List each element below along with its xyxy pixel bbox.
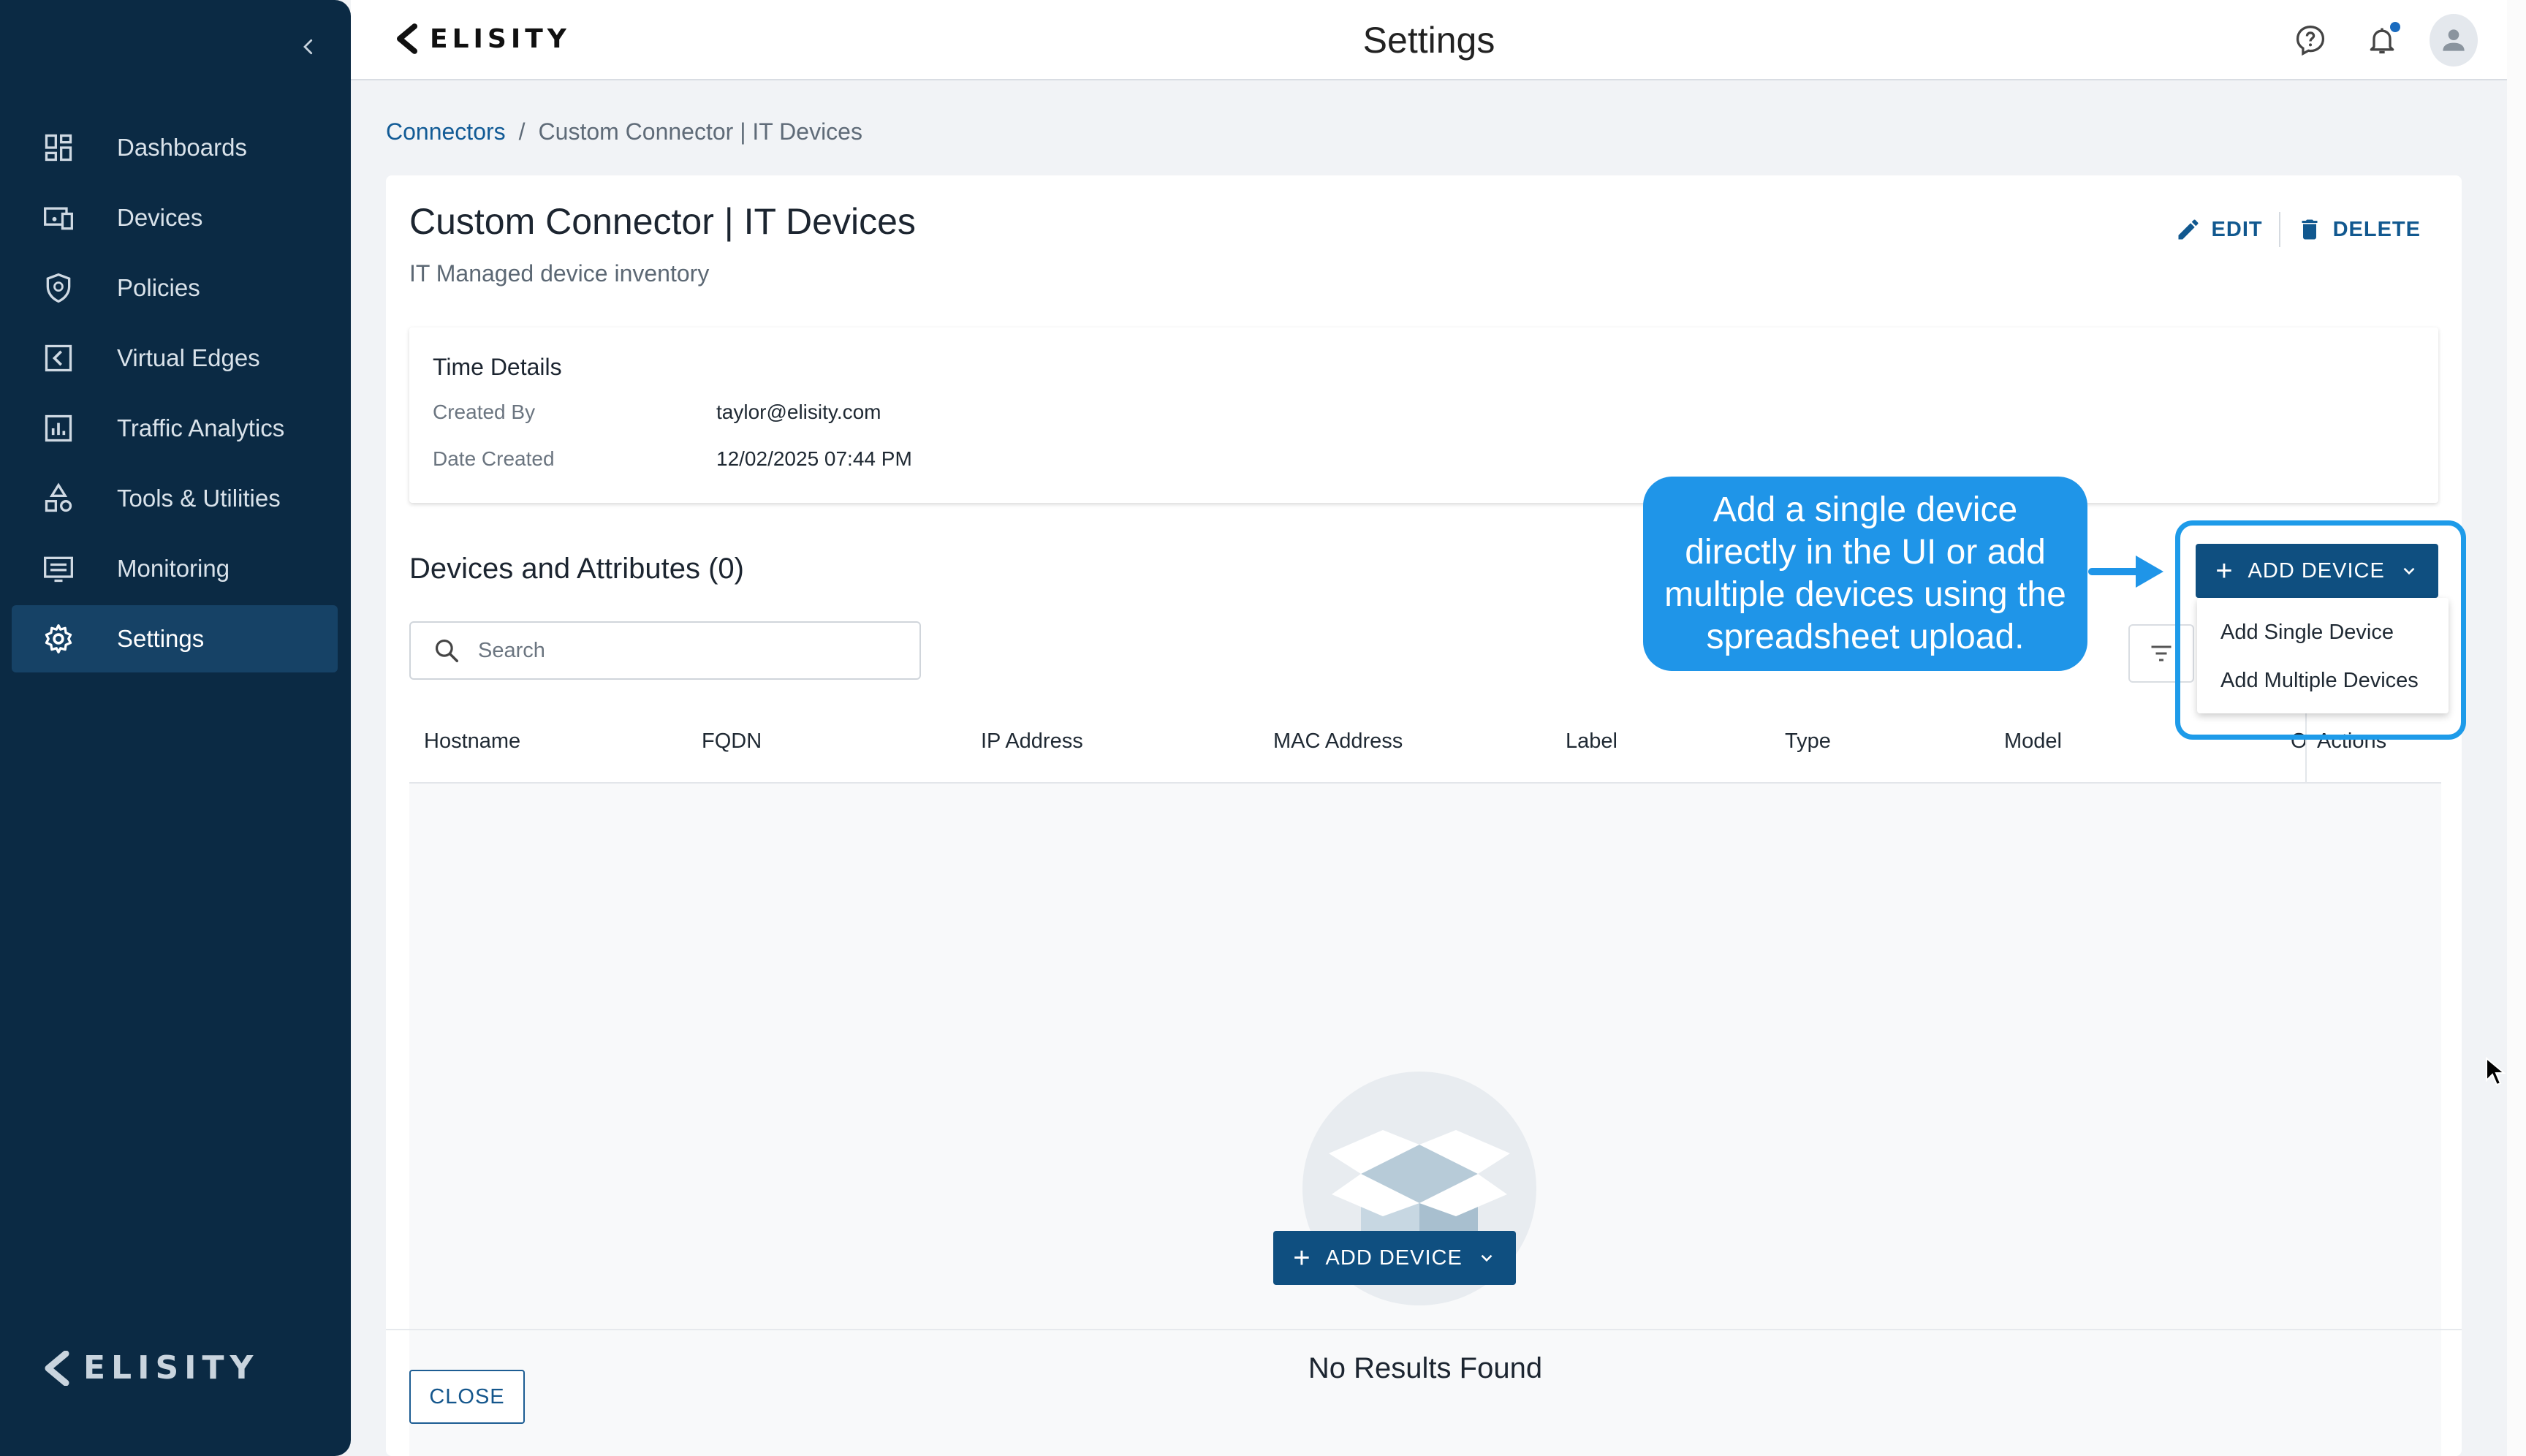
collapse-sidebar-button[interactable] (292, 31, 325, 63)
edit-label: EDIT (2211, 217, 2263, 241)
created-by-value: taylor@elisity.com (716, 401, 881, 423)
chevron-down-icon (1481, 1254, 1493, 1262)
sidebar-item-label: Tools & Utilities (117, 485, 281, 512)
shield-icon (41, 270, 76, 306)
date-created-value: 12/02/2025 07:44 PM (716, 447, 912, 470)
connector-subtitle: IT Managed device inventory (409, 260, 710, 287)
delete-label: DELETE (2332, 217, 2421, 241)
column-header-type[interactable]: Type (1785, 729, 1831, 754)
delete-button[interactable]: DELETE (2288, 209, 2430, 250)
sidebar-item-policies[interactable]: Policies (12, 254, 338, 322)
sidebar-item-label: Traffic Analytics (117, 414, 285, 441)
column-header-mac-address[interactable]: MAC Address (1273, 729, 1403, 754)
plus-icon: + (1293, 1241, 1311, 1274)
sidebar-item-label: Devices (117, 204, 203, 231)
footer-divider (386, 1329, 2462, 1330)
table-header: Hostname FQDN IP Address MAC Address Lab… (409, 703, 2441, 784)
column-header-model[interactable]: Model (2004, 729, 2062, 754)
close-button[interactable]: CLOSE (409, 1370, 525, 1424)
sidebar-nav: Dashboards Devices Policies Virtual Edge… (12, 114, 338, 675)
divider (2278, 212, 2280, 247)
date-created-row: Date Created 12/02/2025 07:44 PM (433, 447, 912, 471)
devices-icon (41, 200, 76, 235)
breadcrumb-current: Custom Connector | IT Devices (538, 118, 862, 145)
breadcrumb: Connectors / Custom Connector | IT Devic… (386, 118, 862, 145)
sidebar-item-tools-utilities[interactable]: Tools & Utilities (12, 465, 338, 532)
filter-icon (2151, 645, 2172, 661)
virtual-edge-icon (41, 341, 76, 376)
help-button[interactable] (2286, 16, 2335, 64)
arrow-right-icon (2088, 556, 2163, 588)
column-header-hostname[interactable]: Hostname (424, 729, 520, 754)
sidebar-item-label: Monitoring (117, 555, 230, 582)
sidebar-item-label: Settings (117, 625, 205, 652)
time-details-title: Time Details (433, 354, 562, 380)
chevron-left-icon (303, 39, 313, 55)
user-menu-button[interactable] (2430, 14, 2478, 67)
elisity-logo-icon (45, 1350, 69, 1386)
breadcrumb-separator: / (518, 118, 526, 145)
created-by-label: Created By (433, 401, 536, 423)
dashboard-icon (41, 130, 76, 165)
search-icon (435, 639, 458, 662)
sidebar-item-dashboards[interactable]: Dashboards (12, 114, 338, 181)
trash-icon (2302, 219, 2318, 240)
add-device-label: ADD DEVICE (1325, 1245, 1463, 1270)
page-title: Settings (1362, 20, 1495, 61)
header-actions (2263, 14, 2478, 67)
help-icon (2296, 26, 2325, 56)
sidebar-logo-text: ELISITY (83, 1349, 259, 1387)
time-details-panel: Time Details (409, 327, 2438, 503)
sidebar-item-monitoring[interactable]: Monitoring (12, 535, 338, 602)
column-header-fqdn[interactable]: FQDN (702, 729, 762, 754)
sidebar-item-traffic-analytics[interactable]: Traffic Analytics (12, 395, 338, 462)
annotation-callout: Add a single device directly in the UI o… (1643, 477, 2087, 671)
sidebar-item-label: Dashboards (117, 134, 247, 161)
breadcrumb-connectors-link[interactable]: Connectors (386, 118, 506, 145)
bar-chart-icon (41, 411, 76, 446)
window-edge (2507, 0, 2526, 1456)
monitor-icon (41, 551, 76, 586)
sidebar-logo: ELISITY (42, 1349, 259, 1387)
mouse-cursor-icon (2486, 1057, 2506, 1086)
connector-actions: EDIT DELETE (2166, 209, 2430, 250)
empty-state-add-device-button[interactable]: + ADD DEVICE (1273, 1231, 1516, 1285)
sidebar-item-virtual-edges[interactable]: Virtual Edges (12, 325, 338, 392)
sidebar-item-settings[interactable]: Settings (12, 605, 338, 672)
date-created-label: Date Created (433, 447, 555, 470)
created-by-row: Created By taylor@elisity.com (433, 401, 881, 424)
search-input[interactable] (478, 638, 887, 663)
sidebar-item-label: Virtual Edges (117, 344, 260, 371)
devices-table: Hostname FQDN IP Address MAC Address Lab… (409, 703, 2441, 1456)
gear-icon (41, 621, 76, 656)
user-icon (2443, 29, 2465, 51)
sidebar-item-label: Policies (117, 274, 200, 301)
shapes-icon (41, 481, 76, 516)
avatar (2430, 14, 2478, 67)
column-header-ip-address[interactable]: IP Address (981, 729, 1083, 754)
column-header-label[interactable]: Label (1566, 729, 1617, 754)
sidebar: Dashboards Devices Policies Virtual Edge… (0, 0, 351, 1456)
top-header: ELISITY Settings (351, 0, 2507, 80)
search-field[interactable] (409, 621, 921, 680)
pencil-icon (2178, 219, 2199, 240)
highlight-outline (2175, 520, 2466, 740)
notifications-button[interactable] (2358, 16, 2406, 64)
sidebar-item-devices[interactable]: Devices (12, 184, 338, 251)
edit-button[interactable]: EDIT (2166, 209, 2272, 250)
empty-state-text: No Results Found (1308, 1352, 1543, 1384)
connector-title: Custom Connector | IT Devices (409, 201, 916, 242)
notification-badge (2390, 22, 2400, 32)
devices-section-title: Devices and Attributes (0) (409, 553, 744, 585)
